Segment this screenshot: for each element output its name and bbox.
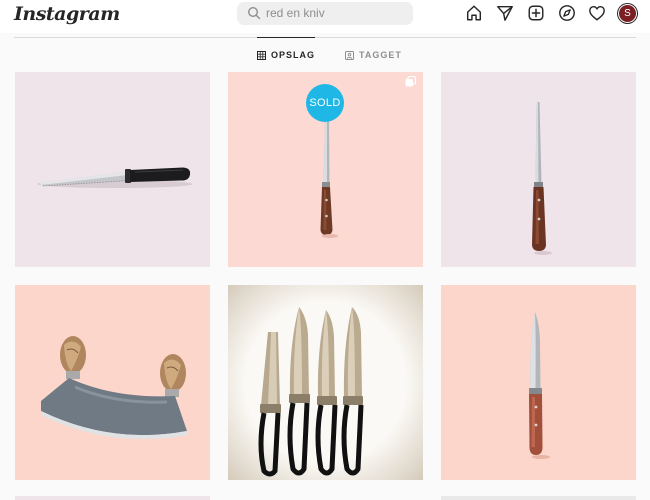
fillet-knife-image [532, 102, 552, 255]
instagram-logo[interactable]: Instagram [14, 3, 120, 25]
activity-heart-icon[interactable] [588, 4, 606, 24]
post-thumbnail-knife-set[interactable] [228, 285, 423, 480]
grid-icon [257, 50, 266, 60]
multiple-images-icon [405, 76, 416, 87]
bread-knife-image [37, 167, 193, 188]
tab-posts[interactable]: OPSLAG [257, 37, 316, 60]
post-thumbnail-paring-knife[interactable] [441, 285, 636, 480]
paring-knife-image [529, 312, 550, 459]
tagged-icon [345, 50, 354, 60]
direct-message-icon[interactable] [496, 4, 514, 24]
tab-posts-label: OPSLAG [271, 50, 316, 60]
mezzaluna-image [41, 336, 187, 440]
search-value: red en kniv [266, 6, 325, 20]
post-thumbnail-bread-knife[interactable] [15, 72, 210, 267]
knife-set-image [228, 285, 423, 480]
search-icon [247, 6, 261, 20]
tab-tagged[interactable]: TAGGET [345, 50, 402, 60]
search-input[interactable]: red en kniv [237, 2, 413, 25]
post-thumbnail-fillet-knife[interactable] [441, 72, 636, 267]
explore-icon[interactable] [558, 4, 576, 24]
profile-divider [14, 37, 636, 38]
post-thumbnail-partial[interactable] [15, 496, 210, 500]
new-post-icon[interactable] [527, 4, 545, 24]
sold-badge: SOLD [306, 84, 344, 122]
home-icon[interactable] [465, 4, 483, 24]
post-thumbnail-partial[interactable] [441, 496, 636, 500]
avatar[interactable]: S [619, 5, 636, 22]
post-thumbnail-mezzaluna[interactable] [15, 285, 210, 480]
tab-tagged-label: TAGGET [359, 50, 402, 60]
top-navigation-bar: Instagram red en kniv S [0, 0, 650, 33]
